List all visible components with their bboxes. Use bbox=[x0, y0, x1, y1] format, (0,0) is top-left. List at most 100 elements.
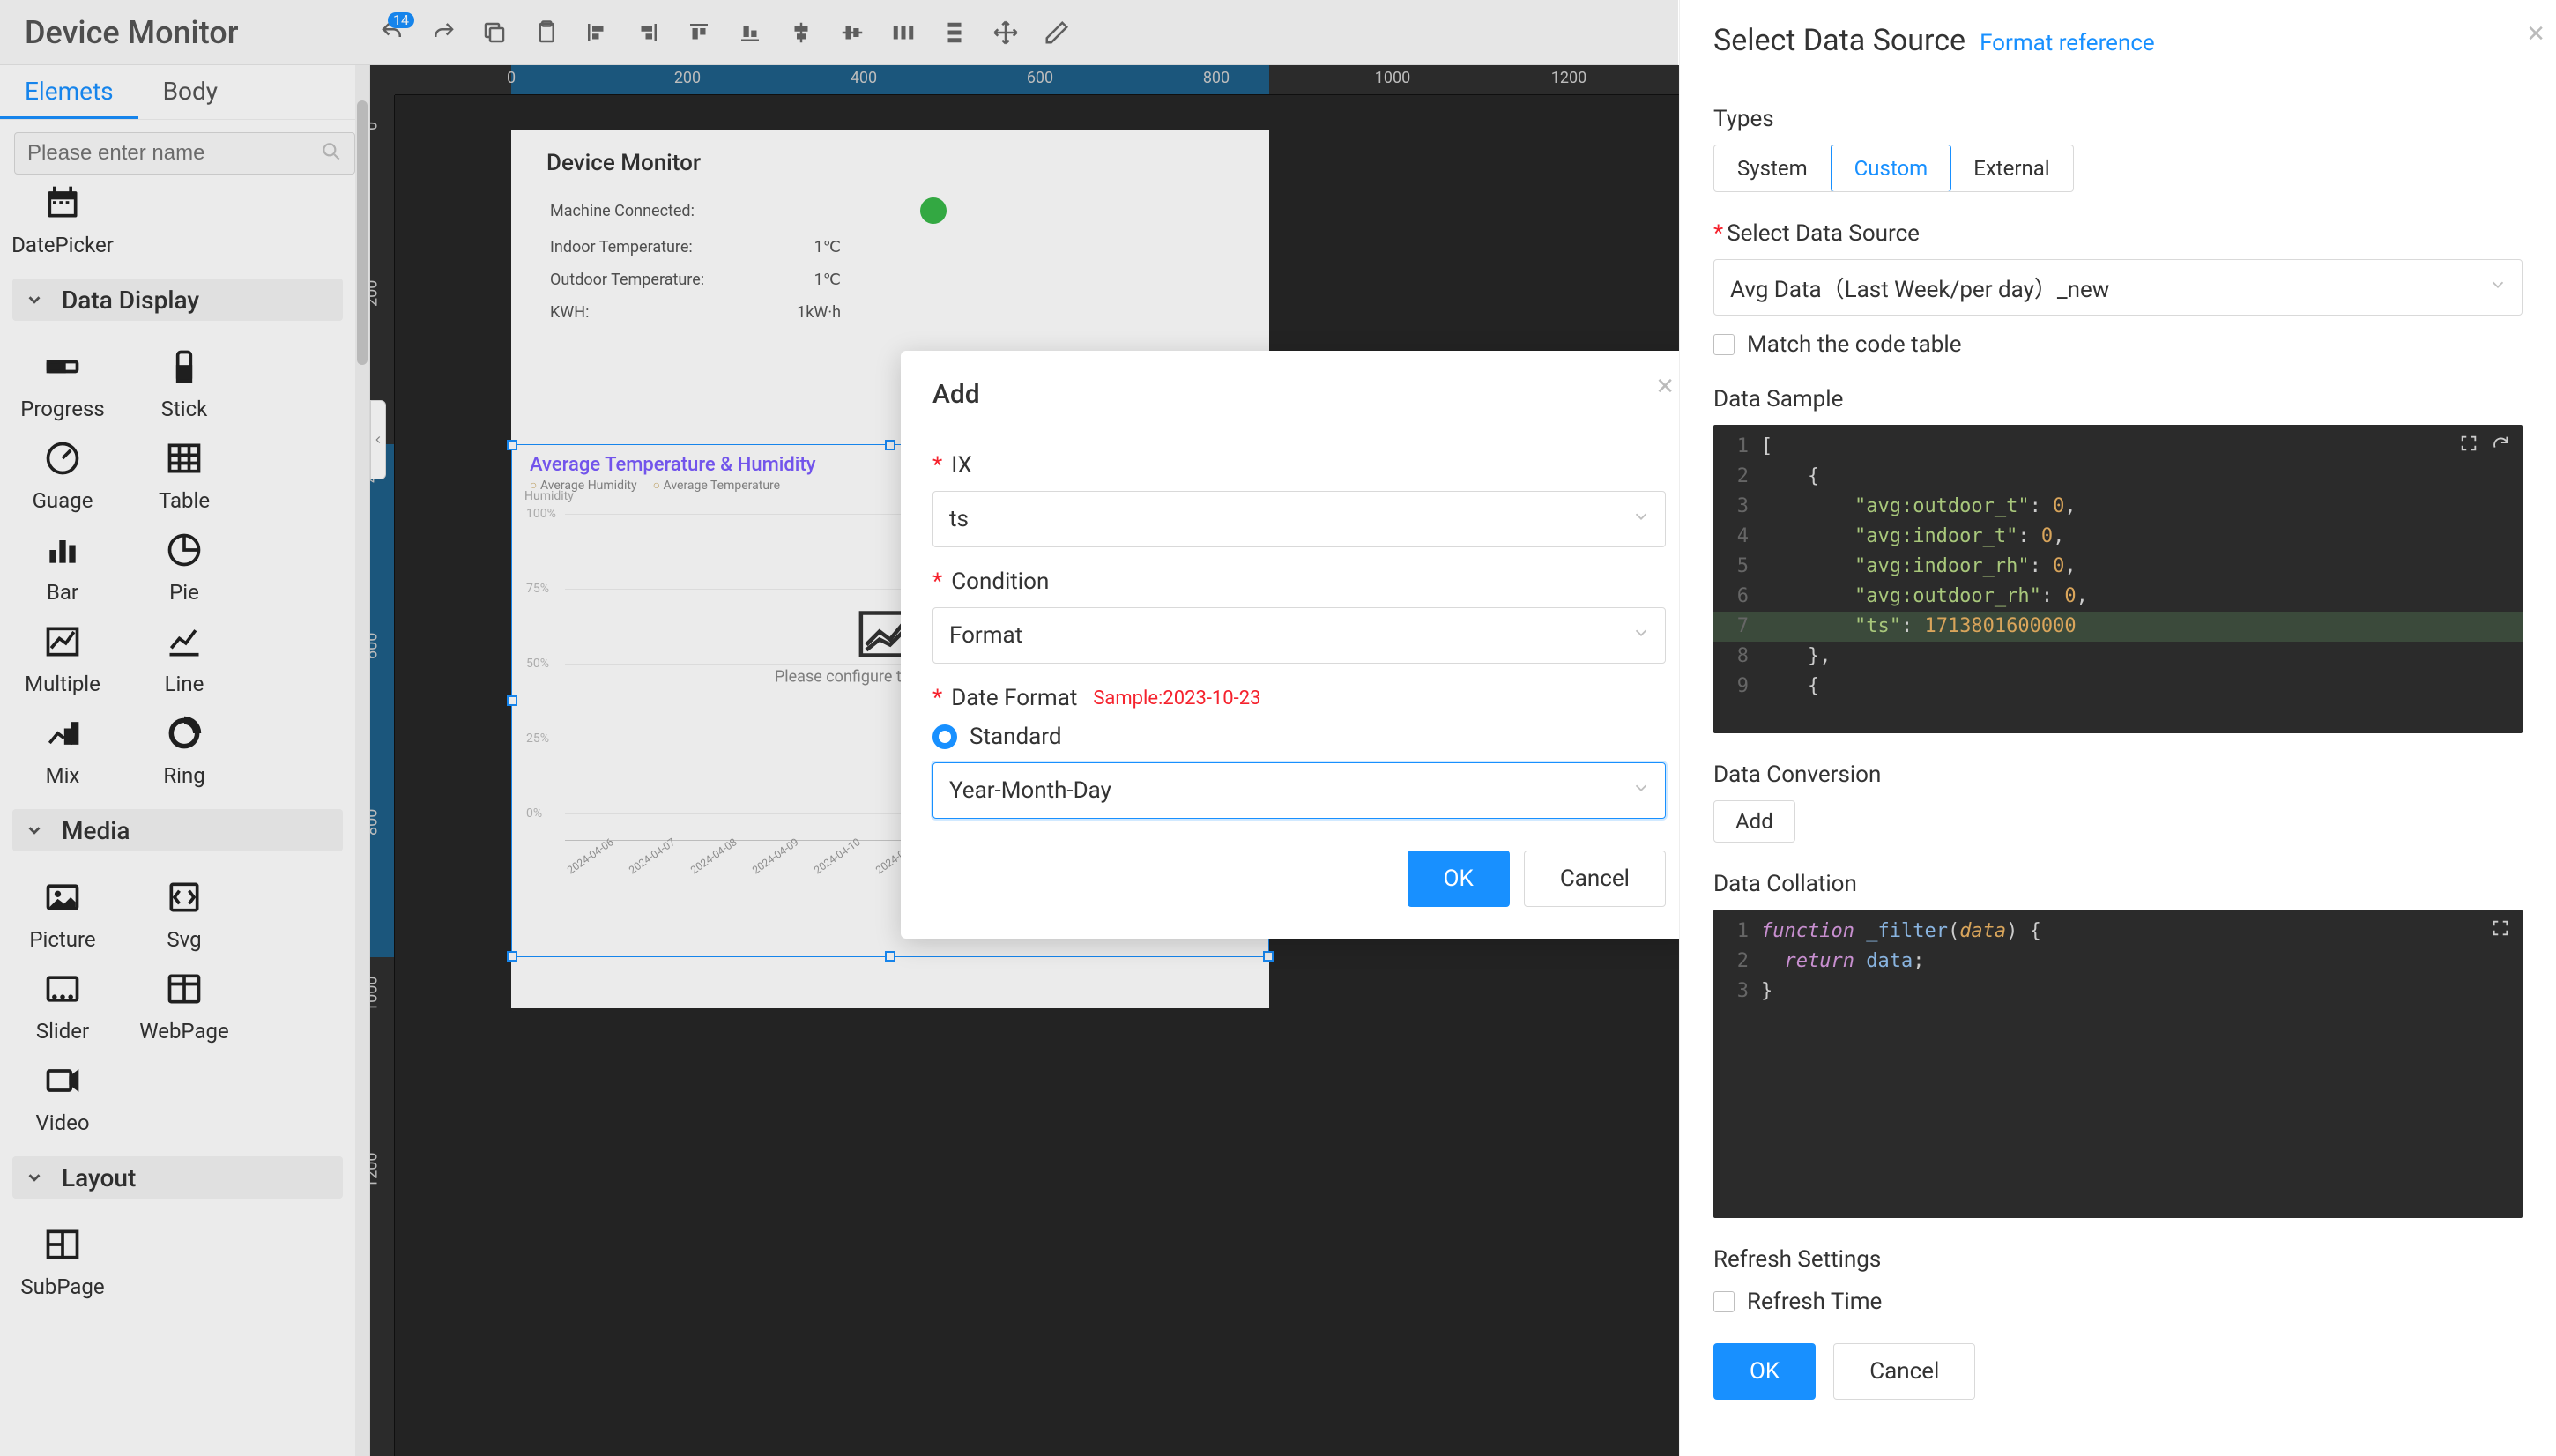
elitem-label: Picture bbox=[29, 927, 95, 952]
elitem-webpage[interactable]: WebPage bbox=[123, 957, 245, 1044]
elitem-table[interactable]: Table bbox=[123, 427, 245, 513]
elitem-datepicker[interactable]: DatePicker bbox=[2, 175, 123, 257]
align-bottom-button[interactable] bbox=[737, 19, 763, 46]
table-icon bbox=[165, 439, 204, 478]
data-collation-code[interactable]: 1function _filter(data) {2 return data;3… bbox=[1713, 910, 2523, 1218]
stick-icon bbox=[165, 347, 204, 386]
chevron-down-icon bbox=[1631, 506, 1651, 532]
align-left-button[interactable] bbox=[583, 19, 610, 46]
field-sample: Sample:2023-10-23 bbox=[1093, 687, 1260, 709]
close-icon[interactable]: ✕ bbox=[2526, 21, 2545, 48]
tab-body[interactable]: Body bbox=[138, 65, 242, 119]
top-toolbar: 14 bbox=[370, 19, 1070, 46]
elitem-label: DatePicker bbox=[11, 233, 114, 257]
elitem-stick[interactable]: Stick bbox=[123, 335, 245, 421]
type-system[interactable]: System bbox=[1714, 145, 1832, 191]
radio-standard[interactable]: Standard bbox=[932, 724, 1666, 750]
row-value: 1℃ bbox=[735, 271, 841, 289]
section-label: Select Data Source bbox=[1727, 220, 1920, 247]
elitem-label: Progress bbox=[20, 397, 105, 421]
chevron-down-icon bbox=[25, 821, 44, 840]
calendar-icon bbox=[43, 183, 82, 222]
redo-button[interactable] bbox=[430, 19, 457, 46]
elitem-label: Pie bbox=[169, 580, 199, 605]
dateformat-select[interactable]: Year-Month-Day bbox=[932, 762, 1666, 819]
slider-icon bbox=[43, 969, 82, 1008]
elitem-progress[interactable]: Progress bbox=[2, 335, 123, 421]
ix-select[interactable]: ts bbox=[932, 491, 1666, 547]
copy-button[interactable] bbox=[481, 19, 508, 46]
elitem-label: Video bbox=[35, 1111, 89, 1135]
elitem-bar[interactable]: Bar bbox=[2, 518, 123, 605]
app-header: Device Monitor 14 bbox=[0, 0, 1678, 65]
move-button[interactable] bbox=[992, 19, 1019, 46]
left-scrollbar[interactable] bbox=[355, 65, 369, 1456]
progress-icon bbox=[43, 347, 82, 386]
group-data-display[interactable]: Data Display bbox=[12, 279, 343, 321]
match-code-checkbox[interactable]: Match the code table bbox=[1713, 331, 2523, 358]
section-label: Refresh Settings bbox=[1713, 1246, 2523, 1273]
type-external[interactable]: External bbox=[1950, 145, 2072, 191]
elitem-mix[interactable]: Mix bbox=[2, 702, 123, 788]
left-tabs: Elemets Body bbox=[0, 65, 369, 120]
group-media[interactable]: Media bbox=[12, 809, 343, 851]
elitem-slider[interactable]: Slider bbox=[2, 957, 123, 1044]
elitem-svg[interactable]: Svg bbox=[123, 865, 245, 952]
chevron-down-icon bbox=[1631, 622, 1651, 649]
elitem-guage[interactable]: Guage bbox=[2, 427, 123, 513]
chevron-down-icon bbox=[25, 290, 44, 309]
fullscreen-icon[interactable] bbox=[2491, 918, 2510, 943]
elitem-video[interactable]: Video bbox=[2, 1049, 123, 1135]
element-search-input[interactable] bbox=[14, 132, 355, 175]
refresh-icon[interactable] bbox=[2491, 434, 2510, 458]
paste-button[interactable] bbox=[532, 19, 559, 46]
collapse-left-button[interactable] bbox=[370, 400, 386, 479]
group-layout[interactable]: Layout bbox=[12, 1156, 343, 1199]
dist-v-button[interactable] bbox=[941, 19, 968, 46]
refresh-time-checkbox[interactable]: Refresh Time bbox=[1713, 1289, 2523, 1315]
condition-select[interactable]: Format bbox=[932, 607, 1666, 664]
row-label: KWH: bbox=[550, 303, 735, 322]
align-vcenter-button[interactable] bbox=[839, 19, 866, 46]
ruler-vertical: 020040060080010001200 bbox=[370, 65, 395, 1456]
undo-badge: 14 bbox=[388, 12, 414, 28]
elitem-label: Mix bbox=[46, 763, 80, 788]
elitem-label: Stick bbox=[161, 397, 208, 421]
align-top-button[interactable] bbox=[686, 19, 712, 46]
svg-icon bbox=[165, 878, 204, 917]
tab-elements[interactable]: Elemets bbox=[0, 65, 138, 119]
pie-icon bbox=[165, 531, 204, 569]
fullscreen-icon[interactable] bbox=[2459, 434, 2478, 458]
dialog-ok-button[interactable]: OK bbox=[1408, 851, 1510, 907]
mix-icon bbox=[43, 714, 82, 753]
elitem-subpage[interactable]: SubPage bbox=[2, 1213, 123, 1299]
elitem-ring[interactable]: Ring bbox=[123, 702, 245, 788]
left-panel: Elemets Body DatePicker Data Display Pro… bbox=[0, 65, 370, 1456]
panel-cancel-button[interactable]: Cancel bbox=[1833, 1343, 1975, 1400]
edit-button[interactable] bbox=[1044, 19, 1070, 46]
dialog-cancel-button[interactable]: Cancel bbox=[1524, 851, 1666, 907]
row-label: Outdoor Temperature: bbox=[550, 271, 735, 289]
ring-icon bbox=[165, 714, 204, 753]
dist-h-button[interactable] bbox=[890, 19, 917, 46]
align-hcenter-button[interactable] bbox=[788, 19, 814, 46]
undo-button[interactable]: 14 bbox=[379, 19, 405, 46]
elitem-pie[interactable]: Pie bbox=[123, 518, 245, 605]
row-value: 1kW·h bbox=[735, 303, 841, 322]
elitem-multiple[interactable]: Multiple bbox=[2, 610, 123, 696]
panel-ok-button[interactable]: OK bbox=[1713, 1343, 1816, 1400]
chevron-down-icon bbox=[25, 1168, 44, 1187]
elitem-picture[interactable]: Picture bbox=[2, 865, 123, 952]
type-custom[interactable]: Custom bbox=[1831, 145, 1952, 192]
elitem-line[interactable]: Line bbox=[123, 610, 245, 696]
subpage-icon bbox=[43, 1225, 82, 1264]
data-sample-code[interactable]: 1[2 {3 "avg:outdoor_t": 0,4 "avg:indoor_… bbox=[1713, 425, 2523, 733]
row-label: Machine Connected: bbox=[550, 202, 735, 220]
datasource-select[interactable]: Avg Data（Last Week/per day）_new bbox=[1713, 259, 2523, 316]
format-reference-link[interactable]: Format reference bbox=[1980, 30, 2155, 56]
conversion-add-button[interactable]: Add bbox=[1713, 800, 1795, 843]
close-icon[interactable]: ✕ bbox=[1655, 374, 1675, 400]
align-right-button[interactable] bbox=[635, 19, 661, 46]
guage-icon bbox=[43, 439, 82, 478]
field-label: Condition bbox=[951, 568, 1049, 595]
